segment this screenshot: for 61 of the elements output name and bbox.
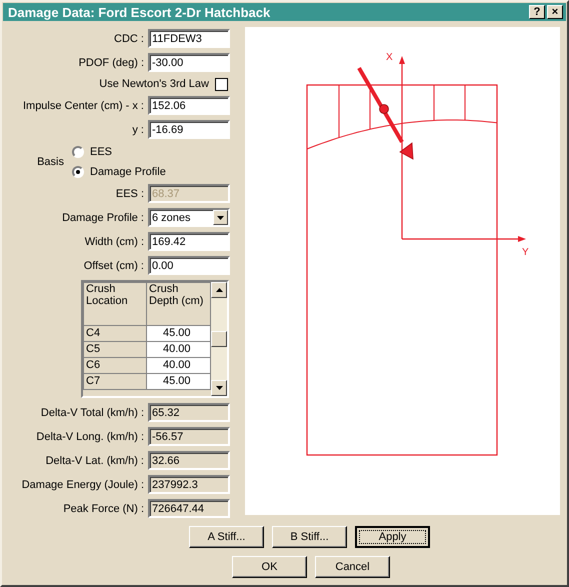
field-label: CDC : — [113, 32, 145, 44]
dialog-button[interactable]: A Stiff... — [189, 526, 264, 548]
dialog-button[interactable]: Apply — [355, 526, 430, 548]
column-header: Crush Location — [84, 282, 146, 326]
window-title: Damage Data: Ford Escort 2-Dr Hatchback — [8, 4, 272, 20]
field-label: PDOF (deg) : — [78, 56, 145, 68]
input-field[interactable]: 169.42 — [148, 232, 230, 251]
column-header: Crush Depth (cm) — [146, 282, 210, 326]
checkbox[interactable] — [215, 78, 228, 90]
input-field[interactable]: 0.00 — [148, 256, 230, 275]
field-label: Offset (cm) : — [82, 260, 145, 272]
input-field[interactable]: -16.69 — [148, 120, 230, 139]
radio-button[interactable] — [72, 166, 84, 178]
input-field[interactable]: 152.06 — [148, 96, 230, 115]
field-label: Width (cm) : — [84, 236, 145, 248]
field-label: Damage Energy (Joule) : — [20, 478, 145, 490]
scroll-thumb[interactable] — [211, 331, 227, 347]
table-cell[interactable]: 45.00 — [146, 374, 210, 390]
help-button[interactable]: ? — [529, 5, 545, 19]
output-field: 68.37 — [148, 184, 230, 203]
scroll-down-icon — [216, 386, 222, 390]
radio-label: EES — [90, 146, 112, 158]
input-field[interactable]: -30.00 — [148, 53, 230, 72]
scroll-up-icon — [216, 288, 222, 292]
table-cell[interactable]: 40.00 — [146, 342, 210, 358]
input-field[interactable]: 11FDEW3 — [148, 29, 230, 48]
impulse-center-dot — [379, 104, 389, 114]
table-cell: C5 — [84, 342, 146, 358]
field-label: Delta-V Total (km/h) : — [40, 406, 145, 418]
dropdown-arrow-icon — [217, 216, 224, 220]
close-button[interactable]: × — [547, 5, 563, 19]
field-label: Peak Force (N) : — [62, 502, 145, 514]
table-cell: C7 — [84, 374, 146, 390]
field-label: Delta-V Long. (km/h) : — [35, 430, 145, 442]
axis-label: Y — [522, 247, 529, 258]
field-label: y : — [131, 124, 145, 136]
output-field: -56.57 — [148, 427, 230, 446]
dialog-button[interactable]: B Stiff... — [272, 526, 347, 548]
scrollbar[interactable] — [211, 282, 227, 396]
table-cell: C6 — [84, 358, 146, 374]
output-field: 65.32 — [148, 403, 230, 422]
dropdown[interactable]: 6 zones — [148, 208, 230, 227]
field-label: Impulse Center (cm) - x : — [22, 100, 145, 112]
output-field: 726647.44 — [148, 499, 230, 518]
crush-zone-line — [464, 84, 466, 121]
field-label: EES : — [114, 188, 145, 200]
crush-zone-line — [338, 84, 340, 138]
table-cell: C4 — [84, 326, 146, 342]
table-cell[interactable]: 40.00 — [146, 358, 210, 374]
field-label: Damage Profile : — [61, 212, 145, 224]
group-label: Basis — [36, 156, 65, 168]
dialog-button[interactable]: OK — [232, 556, 307, 578]
output-field: 32.66 — [148, 451, 230, 470]
table-cell[interactable]: 45.00 — [146, 326, 210, 342]
output-field: 237992.3 — [148, 475, 230, 494]
dialog-button[interactable]: Cancel — [315, 556, 390, 578]
axis-label: X — [386, 52, 393, 63]
checkbox-label: Use Newton's 3rd Law — [99, 78, 209, 90]
radio-label: Damage Profile — [90, 166, 166, 178]
field-label: Delta-V Lat. (km/h) : — [44, 454, 145, 466]
radio-button[interactable] — [72, 146, 84, 158]
